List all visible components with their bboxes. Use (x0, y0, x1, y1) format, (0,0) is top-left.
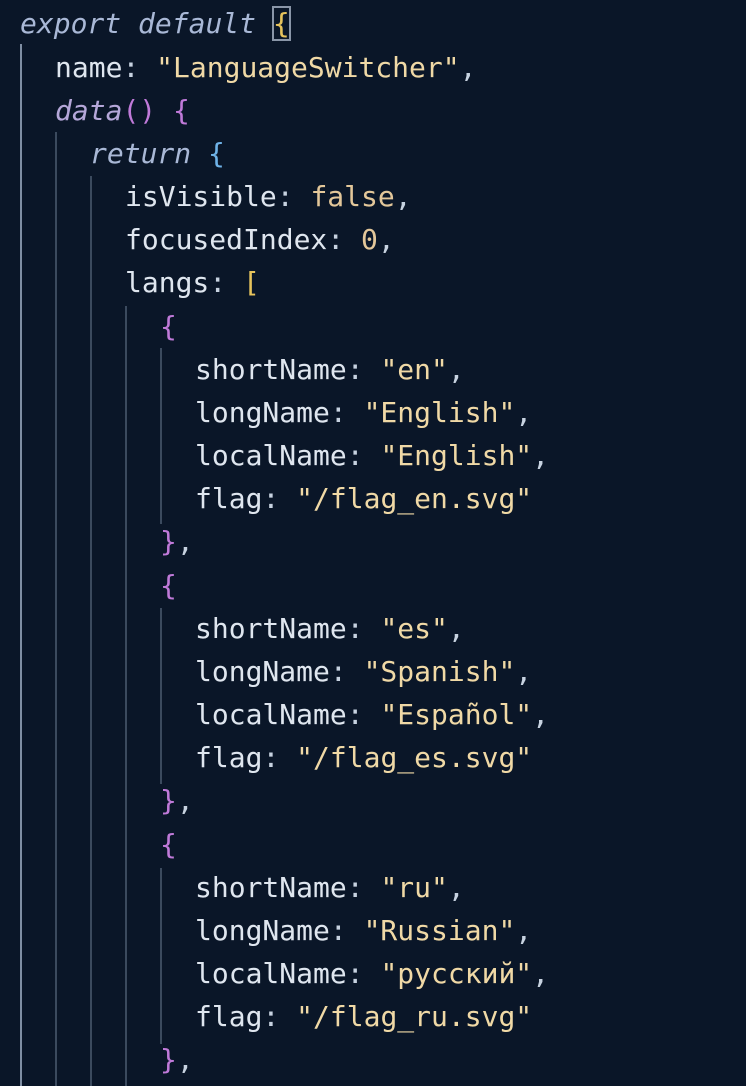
indent-guide-level-1 (20, 44, 22, 1086)
code-line-object-close[interactable]: }, (160, 779, 194, 822)
indent-guide-level-2 (55, 132, 57, 1086)
short-name-value: "en" (380, 353, 448, 386)
local-name-value: "русский" (380, 957, 533, 990)
langs-open-bracket: [ (243, 266, 260, 299)
focused-index-value: 0 (361, 223, 378, 256)
flag-value: "/flag_ru.svg" (296, 1000, 533, 1033)
name-key: name (55, 51, 123, 84)
indent-guide-level-3 (90, 176, 92, 1086)
code-line-object-close[interactable]: }, (160, 520, 194, 563)
local-name-key: localName (195, 439, 347, 472)
code-line-long-name[interactable]: longName: "English", (195, 391, 532, 434)
local-name-key: localName (195, 957, 347, 990)
code-line-local-name[interactable]: localName: "Español", (195, 693, 549, 736)
code-line-short-name[interactable]: shortName: "en", (195, 348, 465, 391)
short-name-key: shortName (195, 871, 347, 904)
long-name-value: "English" (363, 396, 516, 429)
local-name-value: "Español" (380, 698, 533, 731)
indent-guide-level-4 (125, 306, 127, 1086)
short-name-value: "es" (380, 612, 448, 645)
code-line-flag[interactable]: flag: "/flag_ru.svg" (195, 995, 532, 1038)
long-name-value: "Spanish" (363, 655, 516, 688)
is-visible-value: false (310, 180, 395, 213)
code-line-focused-index[interactable]: focusedIndex: 0, (125, 218, 395, 261)
return-keyword: return (90, 137, 192, 170)
code-line-flag[interactable]: flag: "/flag_es.svg" (195, 736, 532, 779)
flag-key: flag (195, 482, 263, 515)
short-name-key: shortName (195, 353, 347, 386)
code-line-local-name[interactable]: localName: "English", (195, 434, 549, 477)
local-name-value: "English" (380, 439, 533, 472)
flag-key: flag (195, 1000, 263, 1033)
code-line-long-name[interactable]: longName: "Russian", (195, 909, 532, 952)
matched-open-brace: { (271, 6, 291, 41)
code-line-short-name[interactable]: shortName: "ru", (195, 866, 465, 909)
code-line-flag[interactable]: flag: "/flag_en.svg" (195, 477, 532, 520)
code-line-object-open[interactable]: { (160, 564, 177, 607)
code-line-langs[interactable]: langs: [ (125, 261, 260, 304)
code-line-object-open[interactable]: { (160, 823, 177, 866)
code-line-object-open[interactable]: { (160, 305, 177, 348)
code-line-object-close[interactable]: }, (160, 1038, 194, 1081)
code-line-export[interactable]: export default { (20, 2, 291, 45)
long-name-key: longName (195, 396, 330, 429)
langs-key: langs (125, 266, 210, 299)
long-name-key: longName (195, 655, 330, 688)
indent-guide-object-1 (160, 348, 162, 524)
code-line-short-name[interactable]: shortName: "es", (195, 607, 465, 650)
flag-value: "/flag_en.svg" (296, 482, 533, 515)
code-line-long-name[interactable]: longName: "Spanish", (195, 650, 532, 693)
code-line-is-visible[interactable]: isVisible: false, (125, 175, 412, 218)
data-parens: () (122, 94, 157, 127)
code-line-return[interactable]: return { (90, 132, 225, 175)
code-line-name[interactable]: name: "LanguageSwitcher", (55, 46, 476, 89)
local-name-key: localName (195, 698, 347, 731)
name-value: "LanguageSwitcher" (156, 51, 460, 84)
default-keyword: default (138, 7, 257, 40)
short-name-value: "ru" (380, 871, 448, 904)
is-visible-key: isVisible (125, 180, 277, 213)
flag-value: "/flag_es.svg" (296, 741, 533, 774)
code-line-local-name[interactable]: localName: "русский", (195, 952, 549, 995)
flag-key: flag (195, 741, 263, 774)
indent-guide-object-2 (160, 608, 162, 784)
data-function-name: data (55, 94, 123, 127)
focused-index-key: focusedIndex (125, 223, 328, 256)
indent-guide-object-3 (160, 868, 162, 1044)
short-name-key: shortName (195, 612, 347, 645)
code-editor[interactable]: export default { name: "LanguageSwitcher… (0, 0, 746, 1086)
long-name-key: longName (195, 914, 330, 947)
code-line-data-fn[interactable]: data() { (55, 89, 190, 132)
long-name-value: "Russian" (363, 914, 516, 947)
export-keyword: export (20, 7, 122, 40)
